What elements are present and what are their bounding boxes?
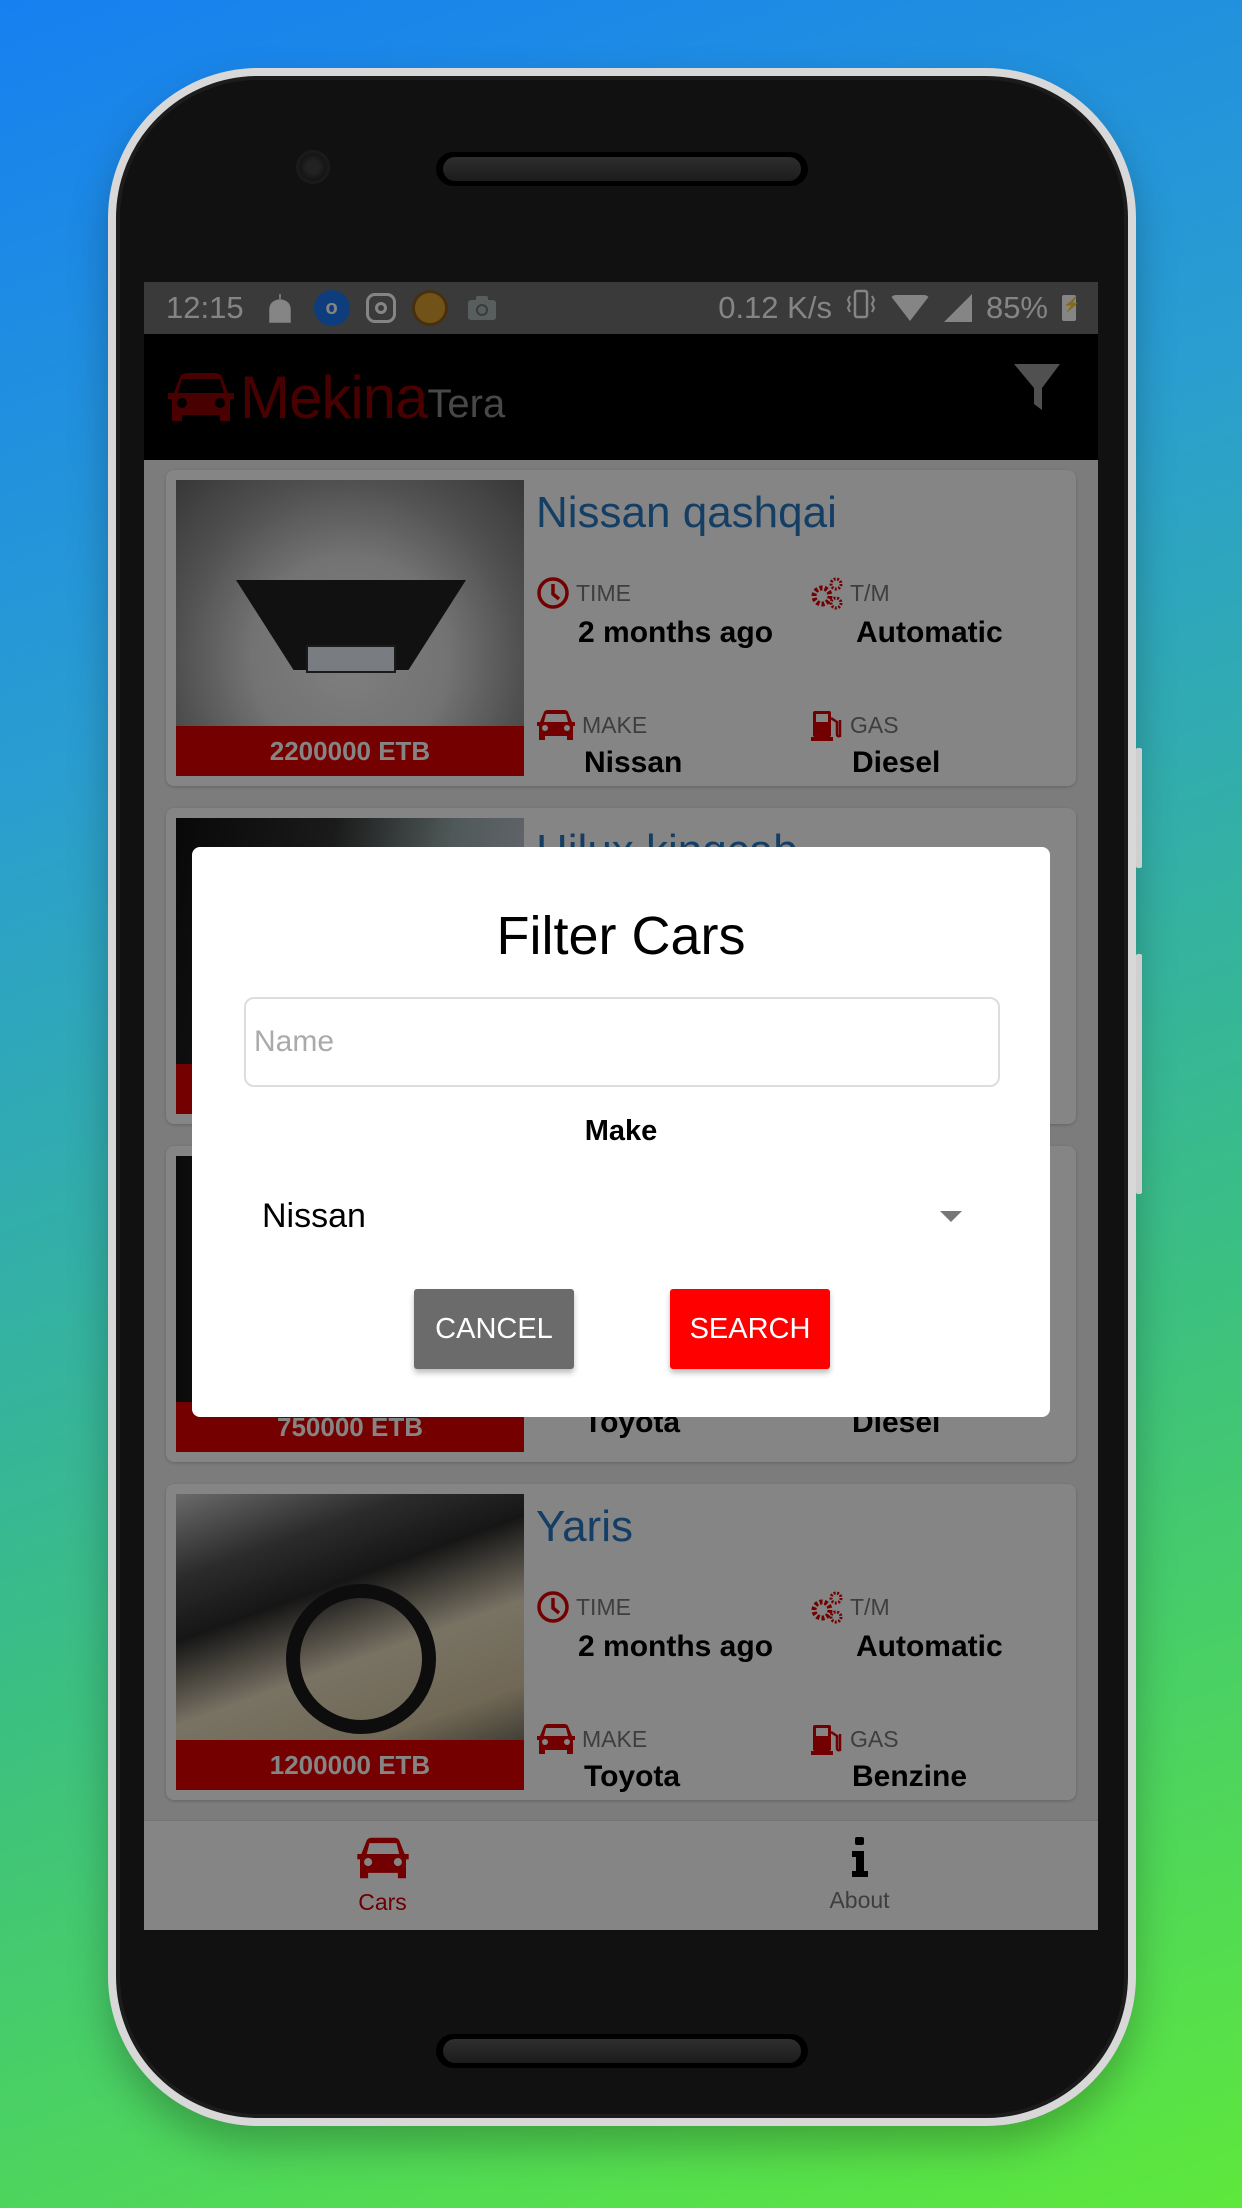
dropdown-caret-icon [940, 1210, 962, 1222]
power-button [1136, 954, 1142, 1194]
make-select[interactable]: Nissan [262, 1181, 962, 1251]
earpiece-speaker [436, 152, 808, 186]
cancel-button[interactable]: CANCEL [414, 1289, 574, 1369]
front-camera [296, 150, 330, 184]
bottom-speaker [436, 2034, 808, 2068]
make-field-label: Make [584, 1115, 658, 1147]
search-button[interactable]: SEARCH [670, 1289, 830, 1369]
dialog-title: Filter Cars [496, 906, 746, 966]
name-input[interactable] [244, 997, 1000, 1087]
make-selected-value: Nissan [262, 1196, 366, 1235]
volume-button [1136, 748, 1142, 868]
filter-dialog: Filter Cars Make Nissan CANCEL SEARCH [192, 847, 1050, 1417]
app-screen: 12:15 o 0.12 K/s 85% Mekina Tera [144, 282, 1098, 1930]
